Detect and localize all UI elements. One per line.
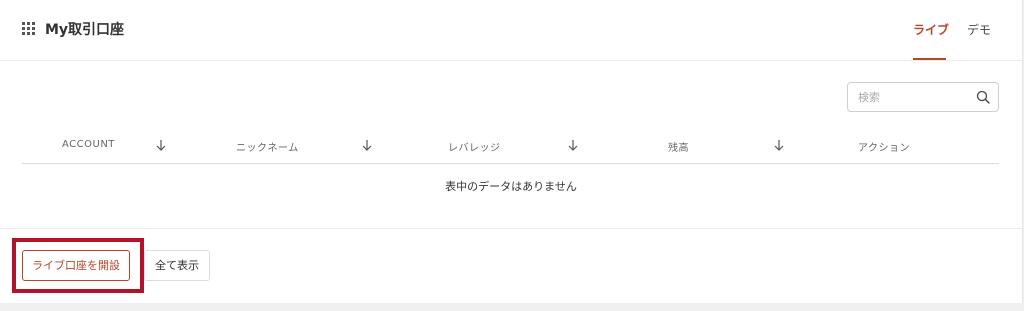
- sort-arrow-down-icon[interactable]: [155, 138, 167, 152]
- open-live-account-button[interactable]: ライブ口座を開設: [22, 250, 130, 281]
- table-header-divider: [22, 163, 999, 164]
- column-header-action: アクション: [858, 143, 910, 154]
- search-box: [847, 82, 999, 112]
- accounts-card: My取引口座 ライブ デモ ACCOUNT ニックネーム レバレッジ 残高 アク…: [0, 0, 1023, 303]
- grid-icon: [22, 22, 35, 35]
- active-tab-indicator: [913, 58, 946, 60]
- footer-divider: [0, 228, 1022, 229]
- tab-demo[interactable]: デモ: [967, 21, 991, 38]
- column-header-nickname: ニックネーム: [236, 143, 299, 154]
- search-input[interactable]: [848, 83, 978, 111]
- page-title: My取引口座: [45, 22, 125, 38]
- sort-arrow-down-icon[interactable]: [773, 138, 785, 152]
- column-header-balance: 残高: [668, 143, 689, 154]
- column-header-leverage: レバレッジ: [448, 143, 501, 154]
- tab-live[interactable]: ライブ: [913, 21, 949, 38]
- search-icon[interactable]: [976, 90, 990, 104]
- column-header-account: ACCOUNT: [62, 139, 115, 150]
- sort-arrow-down-icon[interactable]: [361, 138, 373, 152]
- sort-arrow-down-icon[interactable]: [567, 138, 579, 152]
- card-header: My取引口座 ライブ デモ: [0, 0, 1022, 61]
- show-all-button[interactable]: 全て表示: [144, 250, 210, 281]
- empty-table-message: 表中のデータはありません: [445, 180, 577, 193]
